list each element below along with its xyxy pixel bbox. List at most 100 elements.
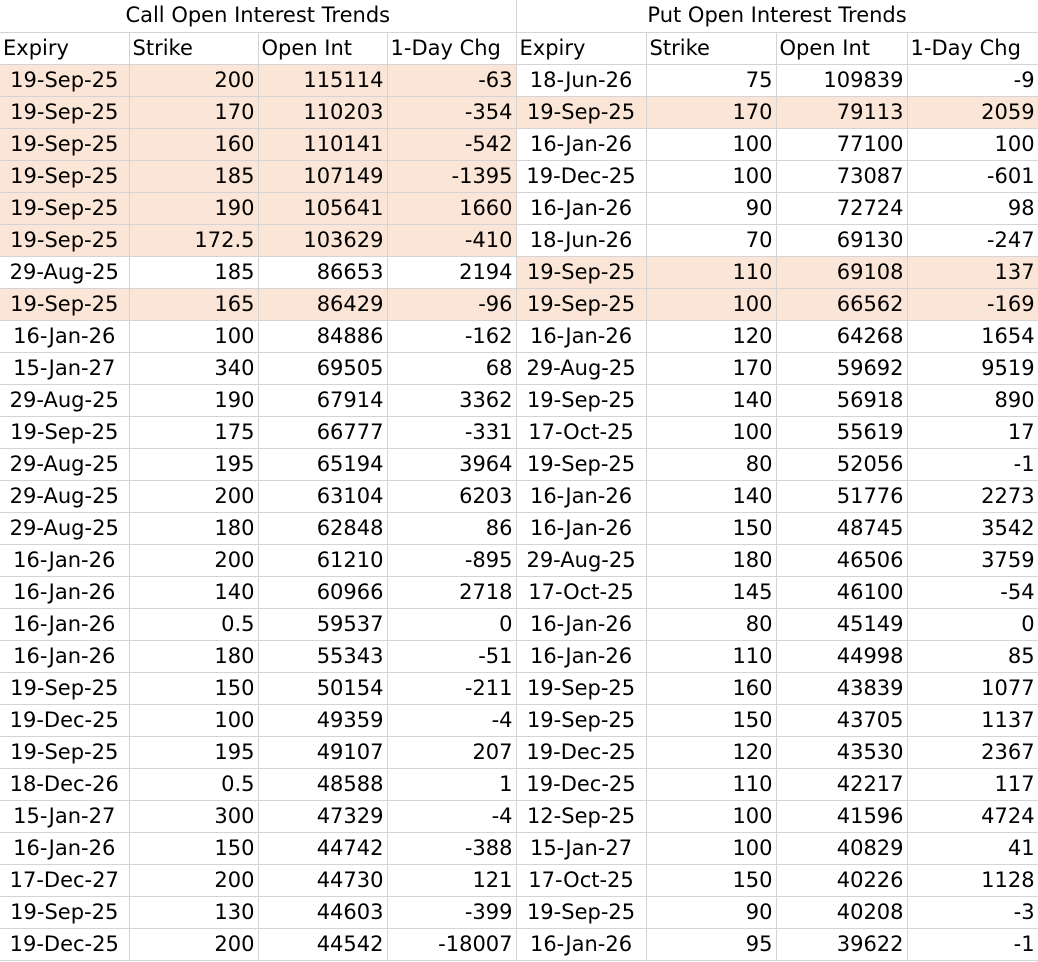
put-expiry-cell[interactable]: 16-Jan-26 (516, 608, 647, 641)
put-expiry-cell[interactable]: 16-Jan-26 (516, 480, 647, 513)
put-chg-cell[interactable]: -1 (907, 928, 1038, 961)
call-open-int-cell[interactable]: 60966 (258, 576, 388, 609)
call-chg-cell[interactable]: 68 (387, 352, 517, 385)
call-chg-cell[interactable]: 6203 (387, 480, 517, 513)
call-chg-cell[interactable]: -388 (387, 832, 517, 865)
put-chg-cell[interactable]: 85 (907, 640, 1038, 673)
put-strike-cell[interactable]: 110 (646, 640, 777, 673)
call-expiry-cell[interactable]: 29-Aug-25 (0, 256, 130, 289)
call-chg-header[interactable]: 1-Day Chg (387, 32, 517, 65)
put-open-int-cell[interactable]: 48745 (776, 512, 908, 545)
call-chg-cell[interactable]: -63 (387, 64, 517, 97)
put-strike-cell[interactable]: 70 (646, 224, 777, 257)
put-chg-cell[interactable]: 1654 (907, 320, 1038, 353)
put-strike-header[interactable]: Strike (646, 32, 777, 65)
call-table-title[interactable]: Call Open Interest Trends (0, 0, 517, 33)
put-expiry-cell[interactable]: 19-Sep-25 (516, 384, 647, 417)
put-open-int-cell[interactable]: 42217 (776, 768, 908, 801)
put-strike-cell[interactable]: 150 (646, 704, 777, 737)
call-open-int-cell[interactable]: 61210 (258, 544, 388, 577)
call-chg-cell[interactable]: -96 (387, 288, 517, 321)
put-open-int-cell[interactable]: 43839 (776, 672, 908, 705)
call-expiry-cell[interactable]: 16-Jan-26 (0, 320, 130, 353)
put-expiry-cell[interactable]: 19-Sep-25 (516, 704, 647, 737)
put-expiry-cell[interactable]: 19-Sep-25 (516, 256, 647, 289)
put-open-int-cell[interactable]: 45149 (776, 608, 908, 641)
call-strike-cell[interactable]: 100 (129, 704, 259, 737)
call-expiry-cell[interactable]: 29-Aug-25 (0, 448, 130, 481)
call-strike-cell[interactable]: 200 (129, 864, 259, 897)
put-strike-cell[interactable]: 90 (646, 192, 777, 225)
call-chg-cell[interactable]: 3964 (387, 448, 517, 481)
call-expiry-cell[interactable]: 29-Aug-25 (0, 512, 130, 545)
put-chg-cell[interactable]: -9 (907, 64, 1038, 97)
call-expiry-cell[interactable]: 16-Jan-26 (0, 832, 130, 865)
put-open-int-cell[interactable]: 40829 (776, 832, 908, 865)
call-open-int-cell[interactable]: 110141 (258, 128, 388, 161)
put-strike-cell[interactable]: 170 (646, 352, 777, 385)
put-chg-cell[interactable]: 98 (907, 192, 1038, 225)
put-strike-cell[interactable]: 140 (646, 480, 777, 513)
call-strike-cell[interactable]: 150 (129, 672, 259, 705)
call-chg-cell[interactable]: 207 (387, 736, 517, 769)
put-expiry-cell[interactable]: 17-Oct-25 (516, 576, 647, 609)
call-expiry-cell[interactable]: 19-Sep-25 (0, 416, 130, 449)
put-expiry-cell[interactable]: 16-Jan-26 (516, 928, 647, 961)
call-expiry-cell[interactable]: 19-Sep-25 (0, 736, 130, 769)
call-open-int-cell[interactable]: 59537 (258, 608, 388, 641)
call-chg-cell[interactable]: 1660 (387, 192, 517, 225)
call-open-int-cell[interactable]: 62848 (258, 512, 388, 545)
put-open-int-cell[interactable]: 72724 (776, 192, 908, 225)
put-chg-cell[interactable]: 1137 (907, 704, 1038, 737)
call-strike-cell[interactable]: 130 (129, 896, 259, 929)
call-strike-cell[interactable]: 180 (129, 512, 259, 545)
put-chg-cell[interactable]: -54 (907, 576, 1038, 609)
call-open-int-cell[interactable]: 49359 (258, 704, 388, 737)
put-chg-cell[interactable]: 1077 (907, 672, 1038, 705)
call-chg-cell[interactable]: -51 (387, 640, 517, 673)
call-expiry-cell[interactable]: 29-Aug-25 (0, 384, 130, 417)
put-chg-cell[interactable]: -601 (907, 160, 1038, 193)
call-expiry-cell[interactable]: 19-Sep-25 (0, 64, 130, 97)
put-open-int-cell[interactable]: 40226 (776, 864, 908, 897)
put-chg-header[interactable]: 1-Day Chg (907, 32, 1038, 65)
put-open-int-cell[interactable]: 79113 (776, 96, 908, 129)
call-expiry-cell[interactable]: 16-Jan-26 (0, 576, 130, 609)
put-strike-cell[interactable]: 160 (646, 672, 777, 705)
put-open-int-cell[interactable]: 109839 (776, 64, 908, 97)
call-chg-cell[interactable]: 3362 (387, 384, 517, 417)
call-chg-cell[interactable]: -331 (387, 416, 517, 449)
put-strike-cell[interactable]: 170 (646, 96, 777, 129)
put-strike-cell[interactable]: 95 (646, 928, 777, 961)
call-strike-cell[interactable]: 195 (129, 736, 259, 769)
call-expiry-cell[interactable]: 16-Jan-26 (0, 608, 130, 641)
call-open-int-header[interactable]: Open Int (258, 32, 388, 65)
call-strike-cell[interactable]: 180 (129, 640, 259, 673)
put-strike-cell[interactable]: 100 (646, 416, 777, 449)
call-strike-cell[interactable]: 190 (129, 192, 259, 225)
call-expiry-cell[interactable]: 18-Dec-26 (0, 768, 130, 801)
put-strike-cell[interactable]: 100 (646, 800, 777, 833)
put-strike-cell[interactable]: 120 (646, 736, 777, 769)
call-chg-cell[interactable]: -18007 (387, 928, 517, 961)
call-open-int-cell[interactable]: 86653 (258, 256, 388, 289)
put-chg-cell[interactable]: 4724 (907, 800, 1038, 833)
put-chg-cell[interactable]: 3542 (907, 512, 1038, 545)
put-open-int-cell[interactable]: 39622 (776, 928, 908, 961)
call-expiry-cell[interactable]: 16-Jan-26 (0, 544, 130, 577)
call-strike-cell[interactable]: 165 (129, 288, 259, 321)
call-strike-cell[interactable]: 0.5 (129, 768, 259, 801)
put-expiry-cell[interactable]: 19-Sep-25 (516, 288, 647, 321)
call-chg-cell[interactable]: -542 (387, 128, 517, 161)
call-strike-cell[interactable]: 160 (129, 128, 259, 161)
put-expiry-cell[interactable]: 16-Jan-26 (516, 512, 647, 545)
put-strike-cell[interactable]: 100 (646, 832, 777, 865)
call-strike-cell[interactable]: 200 (129, 544, 259, 577)
put-chg-cell[interactable]: 17 (907, 416, 1038, 449)
call-open-int-cell[interactable]: 65194 (258, 448, 388, 481)
put-chg-cell[interactable]: 2059 (907, 96, 1038, 129)
call-open-int-cell[interactable]: 47329 (258, 800, 388, 833)
call-chg-cell[interactable]: 86 (387, 512, 517, 545)
call-expiry-cell[interactable]: 19-Dec-25 (0, 704, 130, 737)
put-strike-cell[interactable]: 100 (646, 160, 777, 193)
